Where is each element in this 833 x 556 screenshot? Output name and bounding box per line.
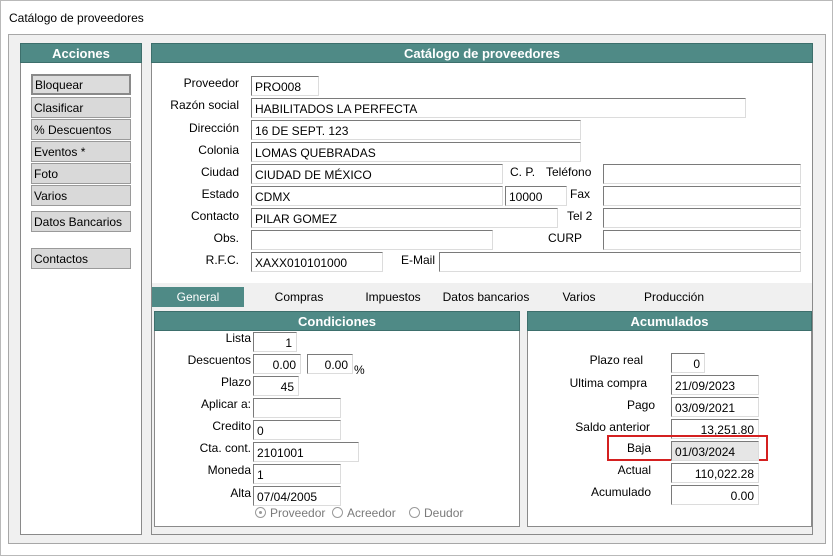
actual-label: Actual bbox=[617, 463, 651, 477]
ultima-compra-label: Ultima compra bbox=[569, 376, 647, 390]
acumulado-label: Acumulado bbox=[590, 485, 651, 499]
contacto-field[interactable]: PILAR GOMEZ bbox=[251, 208, 558, 228]
baja-field[interactable]: 01/03/2024 bbox=[671, 441, 759, 461]
colonia-label: Colonia bbox=[198, 143, 239, 157]
rfc-label: R.F.C. bbox=[205, 253, 239, 267]
varios-button[interactable]: Varios bbox=[31, 185, 131, 206]
proveedor-field[interactable]: PRO008 bbox=[251, 76, 319, 96]
ultima-compra-field[interactable]: 21/09/2023 bbox=[671, 375, 759, 395]
catalog-header: Catálogo de proveedores bbox=[151, 43, 813, 63]
cp-field[interactable]: 10000 bbox=[505, 186, 567, 206]
curp-field[interactable] bbox=[603, 230, 801, 250]
curp-label: CURP bbox=[548, 231, 583, 245]
tab-datos-bancarios[interactable]: Datos bancarios bbox=[438, 287, 534, 307]
alta-label: Alta bbox=[230, 486, 251, 500]
plazo-real-label: Plazo real bbox=[589, 353, 643, 367]
direccion-label: Dirección bbox=[188, 121, 239, 135]
condiciones-header: Condiciones bbox=[154, 311, 520, 331]
ciudad-field[interactable]: CIUDAD DE MÉXICO bbox=[251, 164, 503, 184]
baja-label: Baja bbox=[626, 441, 651, 455]
telefono-label: Teléfono bbox=[546, 165, 592, 179]
pago-field[interactable]: 03/09/2021 bbox=[671, 397, 759, 417]
proveedor-radio-label: Proveedor bbox=[270, 506, 326, 520]
tab-impuestos[interactable]: Impuestos bbox=[352, 287, 434, 307]
credito-field[interactable]: 0 bbox=[253, 420, 341, 440]
plazo-real-field[interactable]: 0 bbox=[671, 353, 705, 373]
tab-general[interactable]: General bbox=[152, 287, 244, 307]
razon-social-field[interactable]: HABILITADOS LA PERFECTA bbox=[251, 98, 746, 118]
acumulados-header: Acumulados bbox=[527, 311, 812, 331]
plazo-field[interactable]: 45 bbox=[253, 376, 299, 396]
catalog-window: Catálogo de proveedores Acciones Bloquea… bbox=[0, 0, 833, 556]
datos-bancarios-button[interactable]: Datos Bancarios bbox=[31, 211, 131, 232]
estado-field[interactable]: CDMX bbox=[251, 186, 503, 206]
email-field[interactable] bbox=[439, 252, 801, 272]
clasificar-button[interactable]: Clasificar bbox=[31, 97, 131, 118]
descuentos-label: Descuentos bbox=[187, 353, 251, 367]
obs-field[interactable] bbox=[251, 230, 493, 250]
colonia-field[interactable]: LOMAS QUEBRADAS bbox=[251, 142, 581, 162]
fax-field[interactable] bbox=[603, 186, 801, 206]
cta-cont-label: Cta. cont. bbox=[199, 441, 251, 455]
client-area: Acciones Bloquear Clasificar % Descuento… bbox=[8, 34, 826, 544]
direccion-field[interactable]: 16 DE SEPT. 123 bbox=[251, 120, 581, 140]
pago-label: Pago bbox=[626, 398, 655, 412]
tab-varios[interactable]: Varios bbox=[548, 287, 610, 307]
deudor-radio-label: Deudor bbox=[424, 506, 464, 520]
acreedor-radio-label: Acreedor bbox=[347, 506, 396, 520]
ciudad-label: Ciudad bbox=[200, 165, 239, 179]
moneda-field[interactable]: 1 bbox=[253, 464, 341, 484]
actual-field[interactable]: 110,022.28 bbox=[671, 463, 759, 483]
deudor-radio[interactable] bbox=[409, 507, 420, 518]
bloquear-button[interactable]: Bloquear bbox=[31, 74, 131, 95]
acumulado-field[interactable]: 0.00 bbox=[671, 485, 759, 505]
descuento1-field[interactable]: 0.00 bbox=[253, 354, 301, 374]
foto-button[interactable]: Foto bbox=[31, 163, 131, 184]
tab-compras[interactable]: Compras bbox=[262, 287, 336, 307]
lista-field[interactable]: 1 bbox=[253, 332, 297, 352]
telefono-field[interactable] bbox=[603, 164, 801, 184]
tel2-label: Tel 2 bbox=[567, 209, 593, 223]
obs-label: Obs. bbox=[213, 231, 239, 245]
lista-label: Lista bbox=[225, 331, 251, 345]
percent-label: % bbox=[354, 363, 365, 377]
contacto-label: Contacto bbox=[190, 209, 239, 223]
aplicar-field[interactable] bbox=[253, 398, 341, 418]
contactos-button[interactable]: Contactos bbox=[31, 248, 131, 269]
cta-cont-field[interactable]: 2101001 bbox=[253, 442, 359, 462]
aplicar-label: Aplicar a: bbox=[200, 397, 251, 411]
descuento2-field[interactable]: 0.00 bbox=[307, 354, 353, 374]
estado-label: Estado bbox=[201, 187, 239, 201]
tab-produccion[interactable]: Producción bbox=[634, 287, 714, 307]
razon-social-label: Razón social bbox=[170, 98, 239, 112]
proveedor-radio[interactable] bbox=[255, 507, 266, 518]
rfc-field[interactable]: XAXX010101000 bbox=[251, 252, 383, 272]
acreedor-radio[interactable] bbox=[332, 507, 343, 518]
moneda-label: Moneda bbox=[207, 463, 251, 477]
saldo-anterior-label: Saldo anterior bbox=[575, 420, 650, 434]
alta-field[interactable]: 07/04/2005 bbox=[253, 486, 341, 506]
tel2-field[interactable] bbox=[603, 208, 801, 228]
eventos-button[interactable]: Eventos * bbox=[31, 141, 131, 162]
proveedor-label: Proveedor bbox=[183, 76, 239, 90]
email-label: E-Mail bbox=[401, 253, 436, 267]
window-title: Catálogo de proveedores bbox=[1, 1, 832, 33]
cp-label: C. P. bbox=[510, 165, 536, 179]
fax-label: Fax bbox=[570, 187, 591, 201]
descuentos-button[interactable]: % Descuentos bbox=[31, 119, 131, 140]
tab-bar: General Compras Impuestos Datos bancario… bbox=[152, 287, 812, 307]
plazo-label: Plazo bbox=[220, 375, 251, 389]
credito-label: Credito bbox=[212, 419, 251, 433]
actions-header: Acciones bbox=[20, 43, 142, 63]
